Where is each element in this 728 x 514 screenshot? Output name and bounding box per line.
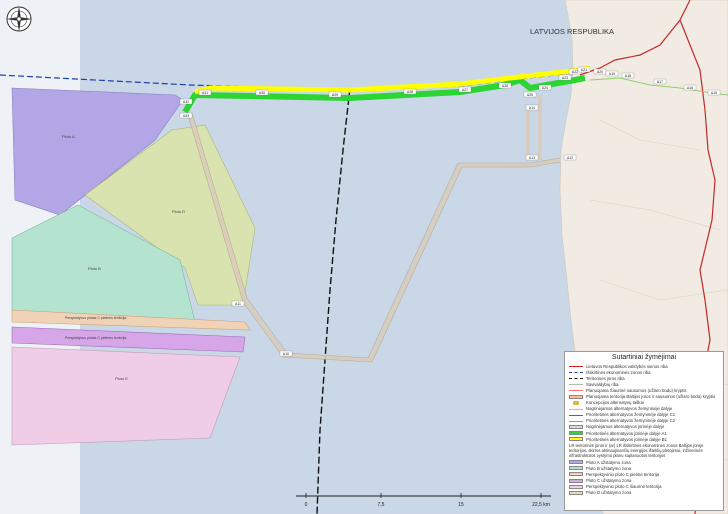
point-marker-label: A28 (407, 90, 413, 94)
legend-title: Sutartiniai žymėjimai (611, 354, 677, 361)
zone-b-label: Ploto B (88, 266, 101, 271)
legend-item-label: Planuojama Šiaurinė sausumos (užlaro būd… (586, 387, 687, 393)
legend-swatch (569, 478, 583, 483)
legend-zone-label: Perspektyvinio ploto C šiaurinė teritori… (586, 484, 662, 490)
legend-zones: Ploto A užstatymo zona Ploto B užstatymo … (569, 459, 719, 496)
zone-a-label: Ploto A (62, 134, 75, 139)
compass-rose-icon (6, 6, 32, 32)
legend-item-label: Prioritetinės alternatyvos jūrinėje daly… (586, 436, 667, 442)
legend-items: Lietuvos Respublikos valstybės sienos ri… (569, 363, 719, 442)
legend-swatch (569, 390, 583, 392)
corridor-2-label: Perspektyvus plotas C pietines teritorij… (65, 336, 126, 340)
scale-tick-0: 0 (305, 502, 308, 508)
point-marker-label: A24 (542, 86, 548, 90)
legend-item-label: Nagrinėjamos alternatyvos žemyninėje dal… (586, 406, 673, 412)
point-marker-label: A15 (711, 91, 717, 95)
legend-swatch (569, 460, 583, 465)
legend-item-label: Koncepcijos alternatyvų taškai (586, 400, 644, 406)
scale-tick-2: 15 (458, 502, 464, 508)
zone-e-polygon[interactable] (11, 346, 241, 446)
point-marker-label: A25 (527, 93, 533, 97)
legend-swatch (569, 420, 583, 422)
point-marker-label: A21 (581, 68, 587, 72)
legend-item-label: Planuojama teritorija Baltijos jūros ir … (586, 394, 716, 400)
scale-tick-3: 22,5 km (532, 502, 550, 508)
legend-swatch (569, 424, 583, 429)
legend-zone-label: Ploto B užstatymo zona (586, 465, 632, 471)
point-marker-label: A32 (183, 100, 189, 104)
legend-swatch (569, 400, 583, 405)
legend-note: LR teritorinės jūros ir (ar) LR išskirti… (569, 443, 704, 459)
legend-zone-item: Ploto D užstatymo zona (569, 490, 719, 496)
point-marker-label: A31 (202, 91, 208, 95)
zone-d-label: Ploto D (172, 209, 185, 214)
legend-item-label: Nagrinėjamos alternatyvos jūrinėje dalyj… (586, 424, 665, 430)
legend-item: Prioritetinės alternatyvos jūrinėje daly… (569, 436, 719, 442)
legend-item-label: Prioritetinės alternatyvos žemyninėje da… (586, 412, 676, 418)
legend-item-label: Savivaldybių riba (586, 381, 619, 387)
legend-item: Planuojama teritorija Baltijos jūros ir … (569, 393, 719, 399)
point-marker-label: A13 (529, 156, 535, 160)
legend-swatch (569, 484, 583, 489)
point-marker-label: A26 (502, 84, 508, 88)
point-marker-label: A22 (572, 70, 578, 74)
legend-swatch (569, 372, 583, 374)
scale-tick-1: 7,5 (378, 502, 385, 508)
map-legend: Sutartiniai žymėjimai Lietuvos Respublik… (564, 351, 724, 511)
point-marker-label: A14 (529, 106, 535, 110)
point-marker-label: A20 (597, 70, 603, 74)
point-marker-label: A19 (609, 72, 615, 76)
legend-zone-label: Perspektyvinio ploto C pietinė teritorij… (586, 471, 660, 477)
legend-swatch (569, 431, 583, 436)
legend-swatch (569, 466, 583, 471)
point-marker-label: A11 (235, 302, 241, 306)
legend-swatch (569, 490, 583, 495)
point-marker-label: A18 (625, 74, 631, 78)
point-marker-label: A29 (332, 93, 338, 97)
legend-item-label: Teritorinės jūros riba (586, 375, 625, 381)
point-marker-label: A16 (687, 86, 693, 90)
legend-swatch (569, 414, 583, 416)
point-marker-label: A23 (562, 76, 568, 80)
legend-swatch (569, 378, 583, 380)
corridor-1-label: Perspektyvus plotas C pietines teritorij… (65, 316, 126, 320)
country-label: LATVIJOS RESPUBLIKA (530, 27, 614, 36)
legend-item-label: Lietuvos Respublikos valstybės sienos ri… (586, 363, 668, 369)
zone-e-label: Ploto E (115, 376, 128, 381)
legend-zone-label: Ploto A užstatymo zona (586, 459, 631, 465)
legend-swatch (569, 437, 583, 442)
legend-item-label: Išskirtinės ekonominės zonos riba (586, 369, 651, 375)
legend-item-label: Prioritetinės alternatyvos žemyninėje da… (586, 418, 676, 424)
legend-swatch (569, 394, 583, 399)
legend-swatch (569, 384, 583, 386)
legend-swatch (569, 472, 583, 477)
legend-swatch (569, 366, 583, 368)
point-marker-label: A17 (657, 80, 663, 84)
scale-bar: 0 7,5 15 22,5 km (296, 493, 551, 508)
legend-zone-label: Ploto C užstatymo zona (586, 478, 632, 484)
legend-zone-label: Ploto D užstatymo zona (586, 490, 632, 496)
point-marker-label: A10 (283, 352, 289, 356)
point-marker-label: A12 (567, 156, 573, 160)
point-marker-label: A27 (462, 88, 468, 92)
point-marker-label: A30 (259, 91, 265, 95)
legend-swatch (569, 408, 583, 410)
legend-item-label: Prioritetinės alternatyvos jūrinėje daly… (586, 430, 667, 436)
point-marker-label: A33 (183, 114, 189, 118)
